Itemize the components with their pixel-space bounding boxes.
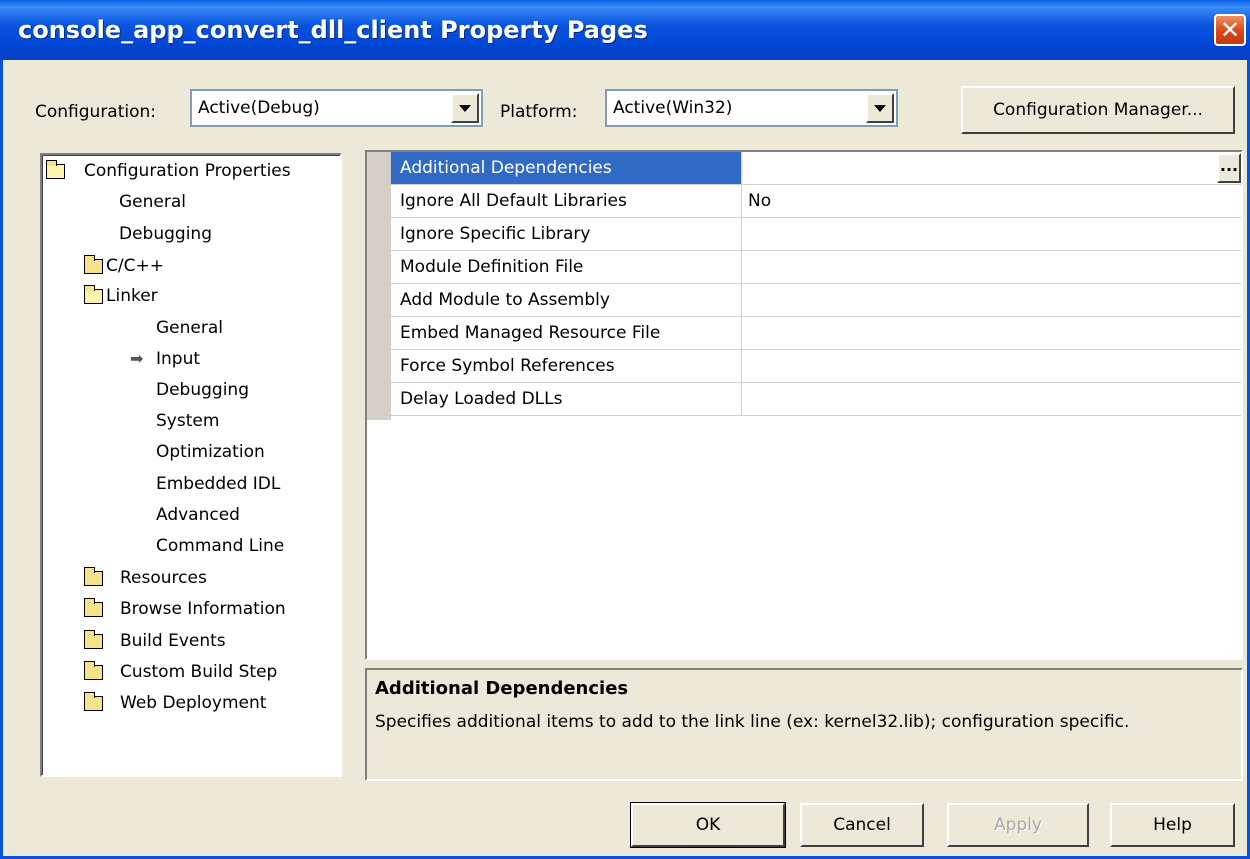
tree-node-label: Browse Information xyxy=(120,599,286,619)
tree-node-linker-system[interactable]: System xyxy=(156,408,219,434)
tree-node-custom-build-step[interactable]: Custom Build Step xyxy=(84,659,277,685)
chevron-down-icon[interactable] xyxy=(451,93,479,123)
property-row[interactable]: Embed Managed Resource File xyxy=(391,317,1241,350)
description-panel: Additional Dependencies Specifies additi… xyxy=(365,668,1243,781)
property-row[interactable]: Ignore Specific Library xyxy=(391,218,1241,251)
tree-node-cpp[interactable]: C/C++ xyxy=(84,253,164,279)
property-row[interactable]: Ignore All Default Libraries No xyxy=(391,185,1241,218)
tree-node-web-deployment[interactable]: Web Deployment xyxy=(84,690,266,716)
tree-node-label: Configuration Properties xyxy=(84,161,291,181)
tree-node-resources[interactable]: Resources xyxy=(84,565,207,591)
folder-icon xyxy=(84,598,103,617)
tree-node-label: Web Deployment xyxy=(120,693,267,713)
property-name: Ignore Specific Library xyxy=(391,218,742,250)
tree-node-linker-optimization[interactable]: Optimization xyxy=(156,439,265,465)
folder-icon xyxy=(84,630,103,649)
tree-node-label: Resources xyxy=(120,568,207,588)
tree-node-label: Custom Build Step xyxy=(120,662,278,682)
tree-node-general[interactable]: General xyxy=(119,189,186,215)
folder-icon xyxy=(84,567,103,586)
tree-node-build-events[interactable]: Build Events xyxy=(84,628,226,654)
tree-node-linker-input[interactable]: Input xyxy=(156,346,200,372)
platform-label: Platform: xyxy=(500,102,578,122)
apply-button[interactable]: Apply xyxy=(947,803,1089,847)
property-name: Additional Dependencies xyxy=(391,152,742,184)
property-row[interactable]: Add Module to Assembly xyxy=(391,284,1241,317)
tree-node-linker-general[interactable]: General xyxy=(156,315,223,341)
property-row[interactable]: Delay Loaded DLLs xyxy=(391,383,1241,416)
tree-node-linker-command-line[interactable]: Command Line xyxy=(156,533,284,559)
property-value[interactable]: No xyxy=(748,185,771,217)
configuration-manager-button[interactable]: Configuration Manager... xyxy=(961,86,1235,134)
property-name: Delay Loaded DLLs xyxy=(391,383,742,415)
folder-icon xyxy=(84,692,103,711)
property-grid: Additional Dependencies ... Ignore All D… xyxy=(365,150,1243,660)
close-button[interactable]: ✕ xyxy=(1214,14,1246,46)
platform-value: Active(Win32) xyxy=(613,98,733,118)
tree-node-configuration-properties[interactable]: Configuration Properties xyxy=(46,158,291,184)
property-name: Ignore All Default Libraries xyxy=(391,185,742,217)
configuration-value: Active(Debug) xyxy=(198,98,320,118)
folder-open-icon xyxy=(46,160,65,179)
property-name: Force Symbol References xyxy=(391,350,742,382)
tree-node-label: C/C++ xyxy=(106,256,164,276)
property-row[interactable]: Module Definition File xyxy=(391,251,1241,284)
property-pages-dialog: console_app_convert_dll_client Property … xyxy=(0,0,1250,859)
tree-node-label: Linker xyxy=(106,286,158,306)
property-row[interactable]: Additional Dependencies ... xyxy=(391,152,1241,185)
tree-node-linker[interactable]: Linker xyxy=(84,283,158,309)
property-row[interactable]: Force Symbol References xyxy=(391,350,1241,383)
property-name: Embed Managed Resource File xyxy=(391,317,742,349)
chevron-down-icon[interactable] xyxy=(866,93,894,123)
tree-node-linker-advanced[interactable]: Advanced xyxy=(156,502,240,528)
grid-gutter xyxy=(367,152,391,420)
property-tree: Configuration Properties General Debuggi… xyxy=(40,153,342,777)
tree-node-label: Build Events xyxy=(120,631,226,651)
window-title: console_app_convert_dll_client Property … xyxy=(18,16,648,44)
tree-node-linker-embedded-idl[interactable]: Embedded IDL xyxy=(156,471,280,497)
tree-node-debugging[interactable]: Debugging xyxy=(119,221,212,247)
ok-button[interactable]: OK xyxy=(630,802,786,848)
help-button[interactable]: Help xyxy=(1110,803,1235,847)
cancel-button[interactable]: Cancel xyxy=(800,803,924,847)
platform-dropdown[interactable]: Active(Win32) xyxy=(605,89,898,127)
description-title: Additional Dependencies xyxy=(375,678,629,699)
title-bar[interactable]: console_app_convert_dll_client Property … xyxy=(0,0,1250,60)
ellipsis-button[interactable]: ... xyxy=(1217,153,1241,183)
folder-icon xyxy=(84,661,103,680)
property-name: Module Definition File xyxy=(391,251,742,283)
tree-node-linker-debugging[interactable]: Debugging xyxy=(156,377,249,403)
folder-open-icon xyxy=(84,285,103,304)
configuration-label: Configuration: xyxy=(35,102,157,122)
arrow-right-icon: ➡ xyxy=(130,349,144,368)
close-icon: ✕ xyxy=(1219,16,1241,44)
tree-node-browse-information[interactable]: Browse Information xyxy=(84,596,286,622)
folder-icon xyxy=(84,255,103,274)
description-text: Specifies additional items to add to the… xyxy=(375,712,1130,732)
configuration-dropdown[interactable]: Active(Debug) xyxy=(190,89,483,127)
property-name: Add Module to Assembly xyxy=(391,284,742,316)
